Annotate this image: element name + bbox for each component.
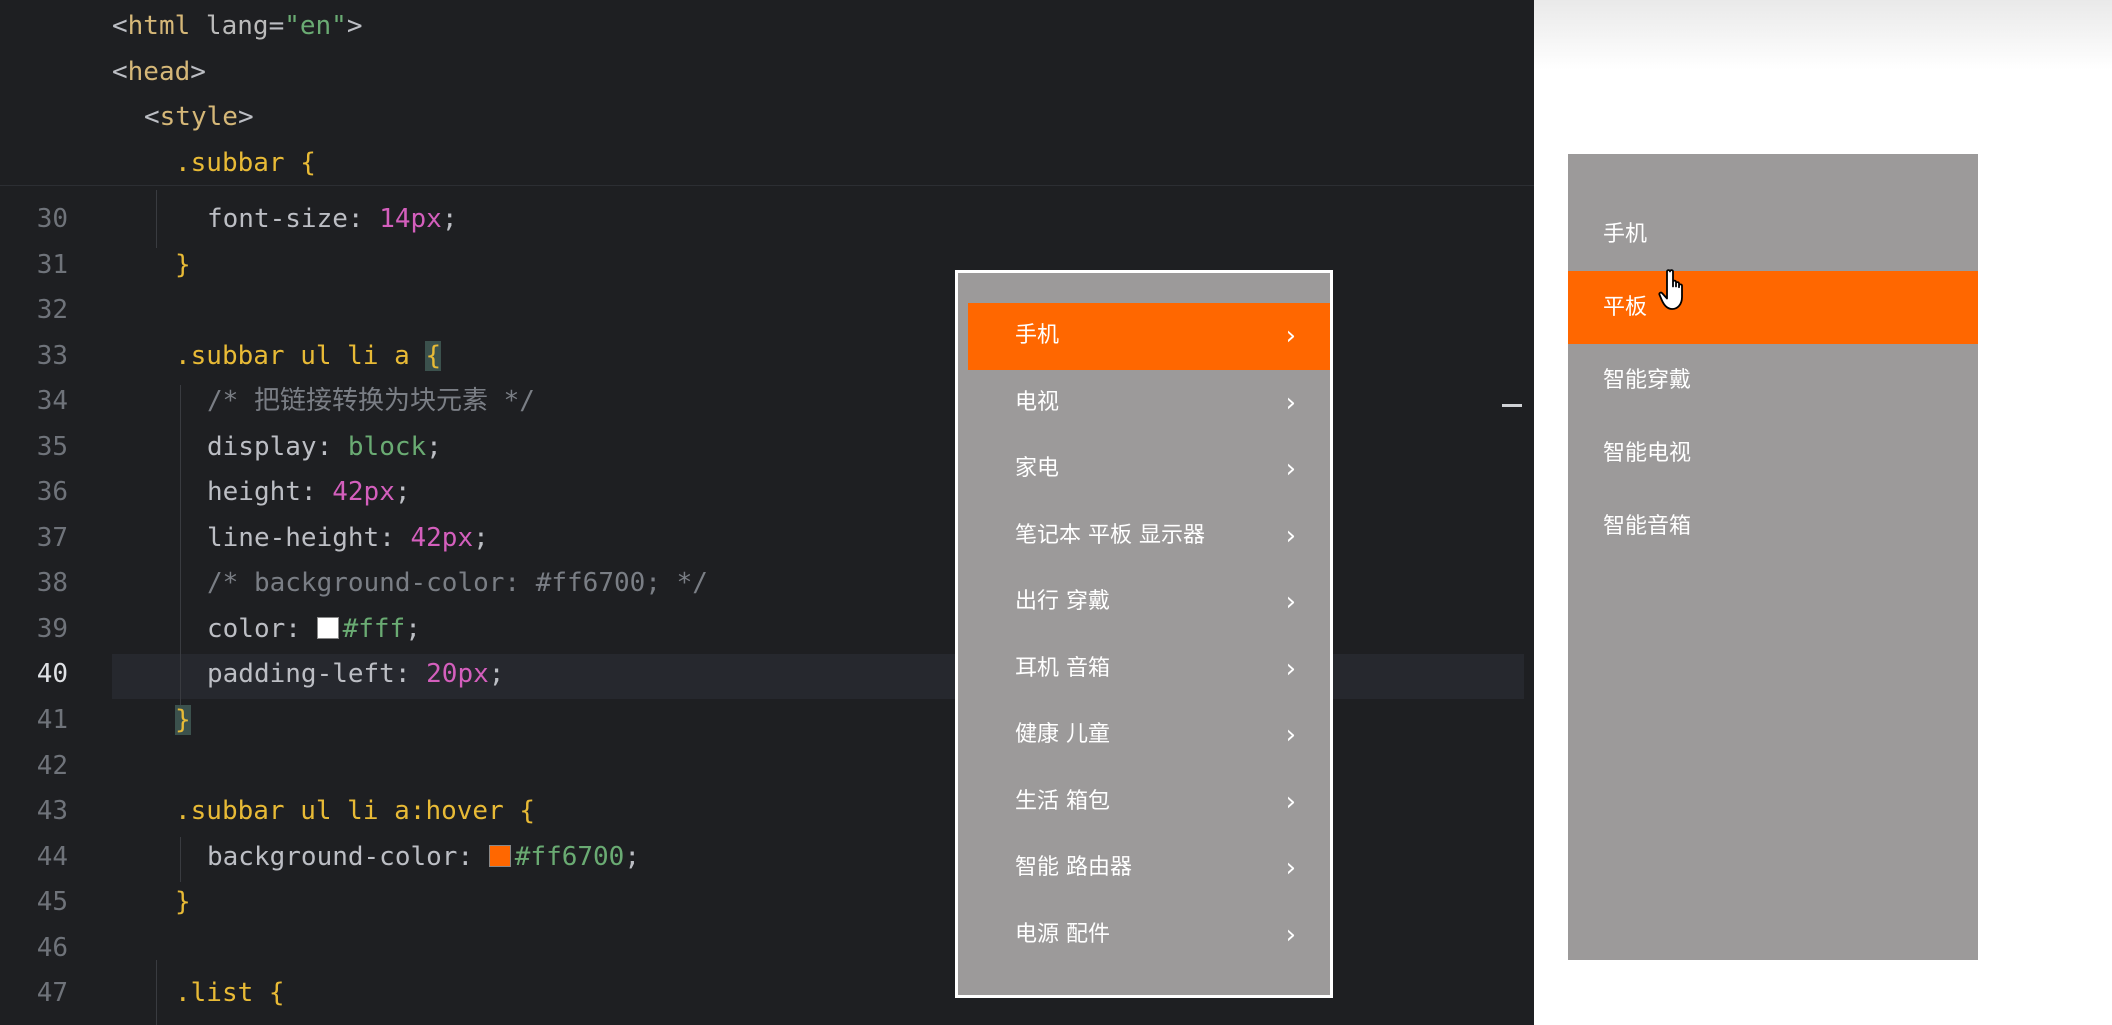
line-number: 35 [36,432,68,462]
category-label: 笔记本 平板 显示器 [1015,522,1205,548]
indent-guide [156,190,157,248]
category-label: 电视 [1015,389,1060,415]
chevron-right-icon: › [1285,653,1296,684]
category-label: 电源 配件 [1015,921,1110,947]
subbar-item[interactable]: 智能穿戴 [1568,344,1978,417]
indent-guide [180,837,181,882]
category-list: 手机 › 电视 › 家电 › 笔记本 平板 显示器 › 出行 穿戴 › 耳机 音箱 › 健康… [968,303,1330,968]
line-number: 39 [36,614,68,644]
category-item[interactable]: 出行 穿戴 › [968,569,1330,636]
line-number: 42 [36,751,68,781]
category-label: 家电 [1015,456,1060,481]
category-item[interactable]: 智能 路由器 › [968,835,1330,902]
sticky-line-subbar: .subbar { [175,148,316,178]
line-number: 44 [36,842,68,872]
code-line-37[interactable]: line-height: 42px; [207,516,489,561]
chevron-right-icon: › [1285,720,1296,750]
code-line-34[interactable]: /* 把链接转换为块元素 */ [207,379,535,424]
category-label: 健康 儿童 [1015,722,1110,747]
category-item[interactable]: 耳机 音箱 › [968,636,1330,703]
color-swatch-orange[interactable] [488,845,511,867]
line-number: 43 [36,796,68,826]
code-line-43[interactable]: .subbar ul li a:hover { [175,789,535,834]
sticky-line-head: <head> [112,57,206,87]
line-number: 45 [36,887,68,917]
subbar-item[interactable]: 智能音箱 [1568,490,1978,563]
category-item[interactable]: 手机 › [968,303,1330,370]
category-label: 生活 箱包 [1015,788,1110,814]
code-line-45[interactable]: } [175,880,191,925]
code-line-35[interactable]: display: block; [207,425,442,470]
chevron-right-icon: › [1285,919,1296,950]
category-label: 手机 [1015,323,1060,348]
code-line-30[interactable]: font-size: 14px; [207,197,457,242]
line-number: 33 [36,341,68,371]
subbar-item-hovered[interactable]: 平板 [1568,271,1978,344]
chevron-right-icon: › [1285,853,1296,883]
subbar-item[interactable]: 智能电视 [1568,417,1978,490]
color-swatch-white[interactable] [316,617,339,639]
subbar-list: 手机 平板 智能穿戴 智能电视 智能音箱 [1568,198,1978,563]
chevron-right-icon: › [1285,387,1296,418]
category-item[interactable]: 健康 儿童 › [968,702,1330,769]
category-item[interactable]: 笔记本 平板 显示器 › [968,503,1330,570]
category-item[interactable]: 电视 › [968,370,1330,437]
category-label: 出行 穿戴 [1015,589,1110,614]
line-number: 37 [36,523,68,553]
code-line-47[interactable]: .list { [175,971,285,1016]
line-number: 31 [36,250,68,280]
chevron-right-icon: › [1285,321,1296,351]
code-line-33[interactable]: .subbar ul li a { [175,334,442,379]
code-line-38[interactable]: /* background-color: #ff6700; */ [207,561,708,606]
code-line-40[interactable]: padding-left: 20px; [207,652,504,697]
line-number: 34 [36,386,68,416]
line-number: 38 [36,568,68,598]
indent-guide [180,385,181,730]
chevron-right-icon: › [1285,454,1296,484]
chevron-right-icon: › [1285,587,1296,617]
line-number: 46 [36,933,68,963]
code-line-36[interactable]: height: 42px; [207,470,411,515]
subbar-item[interactable]: 手机 [1568,198,1978,271]
indent-guide [156,960,157,1025]
preview-top-shade [1534,0,2112,70]
hand-pointer-icon [1658,269,1683,310]
subbar-menu-preview: 手机 平板 智能穿戴 智能电视 智能音箱 [1568,154,1978,960]
line-number: 30 [36,204,68,234]
line-number-current: 40 [36,659,68,689]
scrollbar-marker[interactable] [1502,404,1522,407]
line-number: 47 [36,978,68,1008]
line-number: 41 [36,705,68,735]
category-menu-preview: 手机 › 电视 › 家电 › 笔记本 平板 显示器 › 出行 穿戴 › 耳机 音箱 › 健康… [955,270,1333,998]
category-label: 耳机 音箱 [1015,655,1110,681]
chevron-right-icon: › [1285,520,1296,551]
code-line-39[interactable]: color: #fff; [207,607,421,652]
chevron-right-icon: › [1285,786,1296,817]
sticky-line-style: <style> [144,102,254,132]
line-number: 36 [36,477,68,507]
line-number: 32 [36,295,68,325]
code-line-41[interactable]: } [175,698,191,743]
category-label: 智能 路由器 [1015,855,1132,880]
code-line-44[interactable]: background-color: #ff6700; [207,835,640,880]
sticky-header-lines: <html lang="en"> <head> <style> .subbar … [0,0,1534,186]
category-item[interactable]: 电源 配件 › [968,902,1330,969]
category-item[interactable]: 家电 › [968,436,1330,503]
code-line-31[interactable]: } [175,243,191,288]
sticky-line-html: <html lang="en"> [112,11,363,41]
category-item[interactable]: 生活 箱包 › [968,769,1330,836]
